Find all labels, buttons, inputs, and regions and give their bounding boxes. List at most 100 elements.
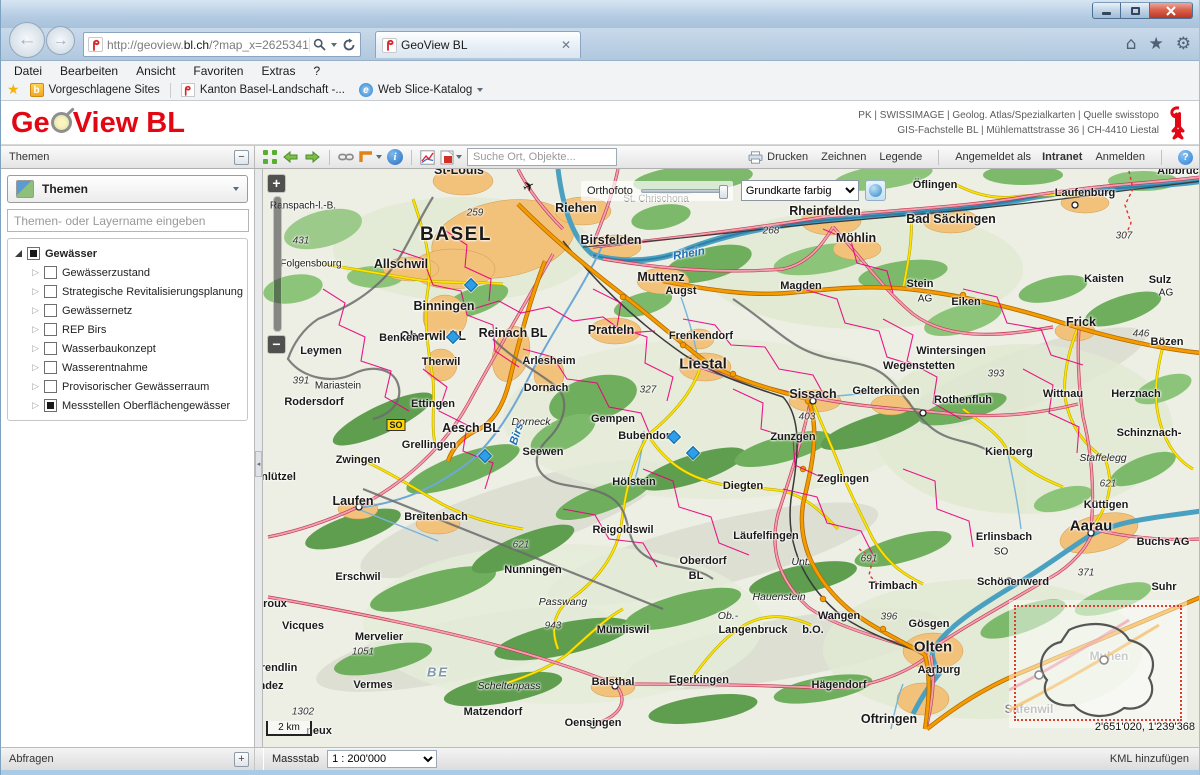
menu-bearbeiten[interactable]: Bearbeiten xyxy=(51,64,127,78)
expander-closed-icon[interactable]: ▷ xyxy=(32,401,43,411)
checkbox-unchecked[interactable] xyxy=(44,361,57,374)
checkbox-partial[interactable] xyxy=(27,247,40,260)
favorites-bar: ★ bVorgeschlagene Sites Kanton Basel-Lan… xyxy=(1,80,1200,101)
url-text: http://geoview.bl.ch/?map_x=2625341.0483… xyxy=(107,38,309,52)
address-dropdown-icon[interactable] xyxy=(331,43,337,47)
printer-icon xyxy=(748,151,763,164)
tab-title: GeoView BL xyxy=(401,38,558,52)
draw-button[interactable]: Zeichnen xyxy=(821,151,866,163)
suggested-sites-link[interactable]: bVorgeschlagene Sites xyxy=(26,83,164,97)
browser-tab[interactable]: GeoView BL ✕ xyxy=(375,31,581,58)
abfragen-panel-header[interactable]: Abfragen + xyxy=(1,748,255,770)
tree-node[interactable]: ▷ Provisorischer Gewässerraum xyxy=(10,377,245,396)
themen-dropdown[interactable]: Themen xyxy=(7,175,248,203)
print-button[interactable]: Drucken xyxy=(748,151,808,164)
basemap-select[interactable]: Grundkarte farbig xyxy=(741,180,859,201)
home-icon[interactable]: ⌂ xyxy=(1126,34,1137,54)
splitter-collapse-icon[interactable]: ◂ xyxy=(255,451,262,477)
collapse-panel-button[interactable]: − xyxy=(234,150,249,165)
pdf-export-button[interactable] xyxy=(440,148,462,166)
tree-node-label: Gewässer xyxy=(45,248,97,260)
checkbox-unchecked[interactable] xyxy=(44,342,57,355)
expander-closed-icon[interactable]: ▷ xyxy=(32,363,43,373)
expander-closed-icon[interactable]: ▷ xyxy=(32,268,43,278)
checkbox-unchecked[interactable] xyxy=(44,285,57,298)
zoom-control: + − xyxy=(267,174,287,354)
checkbox-checked[interactable] xyxy=(44,399,57,412)
maximize-button[interactable] xyxy=(1121,2,1150,19)
next-extent-button[interactable] xyxy=(304,148,321,166)
tree-node-gewaesser[interactable]: Gewässer xyxy=(10,244,245,263)
search-input[interactable] xyxy=(467,148,617,166)
favorites-star-icon[interactable]: ★ xyxy=(1149,34,1164,54)
forward-button[interactable]: → xyxy=(46,26,75,55)
refresh-icon[interactable] xyxy=(342,38,356,52)
menu-ansicht[interactable]: Ansicht xyxy=(127,64,184,78)
add-favorite-icon[interactable]: ★ xyxy=(7,82,20,98)
expander-closed-icon[interactable]: ▷ xyxy=(32,382,43,392)
geoview-logo[interactable]: GeView BL xyxy=(11,107,185,140)
expander-closed-icon[interactable]: ▷ xyxy=(32,325,43,335)
map-viewport[interactable]: St-LouisBASELRiehenSt. ChrischonaBirsfel… xyxy=(263,169,1200,747)
address-bar[interactable]: http://geoview.bl.ch/?map_x=2625341.0483… xyxy=(83,32,361,57)
header-info-line1: PK | SWISSIMAGE | Geolog. Atlas/Spezialk… xyxy=(858,108,1159,123)
measure-tool-button[interactable] xyxy=(359,148,382,166)
tree-node[interactable]: ▷Gewässerzustand xyxy=(10,263,245,282)
menu-extras[interactable]: Extras xyxy=(252,64,304,78)
expand-abfragen-button[interactable]: + xyxy=(234,752,249,767)
site-favicon xyxy=(88,37,103,52)
tree-node-label: Strategische Revitalisierungsplanung xyxy=(62,286,243,298)
tree-node[interactable]: ▷Wasserbaukonzept xyxy=(10,339,245,358)
window-titlebar[interactable] xyxy=(1,0,1200,28)
identify-info-button[interactable]: i xyxy=(387,149,403,165)
scale-select[interactable]: 1 : 200'000 xyxy=(327,750,437,768)
share-link-button[interactable] xyxy=(338,148,354,166)
settings-gear-icon[interactable]: ⚙ xyxy=(1176,34,1191,54)
sidebar-splitter[interactable]: ◂ xyxy=(255,169,263,747)
slider-handle[interactable] xyxy=(719,185,728,199)
globe-button[interactable] xyxy=(865,180,886,201)
help-button[interactable]: ? xyxy=(1178,150,1193,165)
checkbox-unchecked[interactable] xyxy=(44,304,57,317)
status-bar: Abfragen + Massstab 1 : 200'000 KML hinz… xyxy=(1,747,1200,770)
zoom-in-button[interactable]: + xyxy=(267,174,286,193)
scale-label: Massstab xyxy=(272,753,319,765)
full-extent-button[interactable] xyxy=(263,150,277,164)
web-slice-link[interactable]: eWeb Slice-Katalog xyxy=(355,83,487,97)
kanton-bl-link[interactable]: Kanton Basel-Landschaft -... xyxy=(177,83,349,97)
zoom-slider[interactable] xyxy=(273,196,282,332)
minimize-button[interactable] xyxy=(1092,2,1121,19)
kml-add-link[interactable]: KML hinzufügen xyxy=(1110,753,1189,765)
checkbox-unchecked[interactable] xyxy=(44,380,57,393)
menu-datei[interactable]: Datei xyxy=(5,64,51,78)
previous-extent-button[interactable] xyxy=(282,148,299,166)
tab-close-icon[interactable]: ✕ xyxy=(558,38,574,52)
tree-node-label: Provisorischer Gewässerraum xyxy=(62,381,209,393)
checkbox-unchecked[interactable] xyxy=(44,266,57,279)
expander-closed-icon[interactable]: ▷ xyxy=(32,344,43,354)
expander-open-icon[interactable] xyxy=(15,250,22,257)
tree-node[interactable]: ▷Wasserentnahme xyxy=(10,358,245,377)
chart-profile-button[interactable] xyxy=(420,148,435,166)
tree-node[interactable]: ▷Messstellen Oberflächengewässer xyxy=(10,396,245,415)
expander-closed-icon[interactable]: ▷ xyxy=(32,287,43,297)
tree-node[interactable]: ▷ Strategische Revitalisierungsplanung xyxy=(10,282,245,301)
checkbox-unchecked[interactable] xyxy=(44,323,57,336)
globe-icon xyxy=(869,184,882,197)
ortho-opacity-slider[interactable] xyxy=(641,189,727,193)
layer-search-input[interactable] xyxy=(7,209,249,232)
close-button[interactable] xyxy=(1150,2,1193,19)
tree-node-label: REP Birs xyxy=(62,324,106,336)
menu-bar: Datei Bearbeiten Ansicht Favoriten Extra… xyxy=(1,60,1200,80)
tree-node[interactable]: ▷ REP Birs xyxy=(10,320,245,339)
back-button[interactable]: ← xyxy=(9,22,45,58)
bing-icon: b xyxy=(30,83,44,97)
login-button[interactable]: Anmelden xyxy=(1095,151,1145,163)
expander-closed-icon[interactable]: ▷ xyxy=(32,306,43,316)
legend-button[interactable]: Legende xyxy=(879,151,922,163)
tree-node[interactable]: ▷Gewässernetz xyxy=(10,301,245,320)
search-icon[interactable] xyxy=(313,38,326,51)
menu-favoriten[interactable]: Favoriten xyxy=(184,64,252,78)
zoom-out-button[interactable]: − xyxy=(267,335,286,354)
menu-hilfe[interactable]: ? xyxy=(304,64,329,78)
